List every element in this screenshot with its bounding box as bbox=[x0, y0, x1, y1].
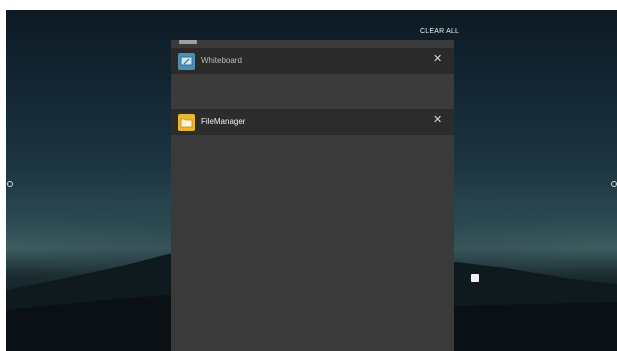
square-icon[interactable] bbox=[471, 274, 479, 282]
app-title-whiteboard: Whiteboard bbox=[201, 56, 242, 65]
whiteboard-icon bbox=[178, 53, 195, 70]
close-icon[interactable]: ✕ bbox=[433, 115, 442, 126]
app-title-filemanager: FileManager bbox=[201, 117, 246, 126]
home-screen-wallpaper: CLEAR ALL Whiteboard ✕ FileManager ✕ bbox=[6, 10, 617, 351]
recent-card-preview-whiteboard[interactable] bbox=[171, 74, 454, 109]
recent-card-whiteboard[interactable]: Whiteboard ✕ bbox=[171, 48, 454, 74]
clear-all-button[interactable]: CLEAR ALL bbox=[420, 28, 459, 35]
folder-icon bbox=[178, 114, 195, 131]
recent-card-filemanager[interactable]: FileManager ✕ bbox=[171, 109, 454, 135]
left-navigation-dot[interactable] bbox=[7, 181, 13, 187]
stacked-card-tab bbox=[179, 40, 197, 44]
right-navigation-dot[interactable] bbox=[611, 181, 617, 187]
recent-apps-panel: Whiteboard ✕ FileManager ✕ bbox=[171, 40, 454, 351]
recent-card-preview-filemanager[interactable] bbox=[171, 135, 454, 351]
close-icon[interactable]: ✕ bbox=[433, 54, 442, 65]
